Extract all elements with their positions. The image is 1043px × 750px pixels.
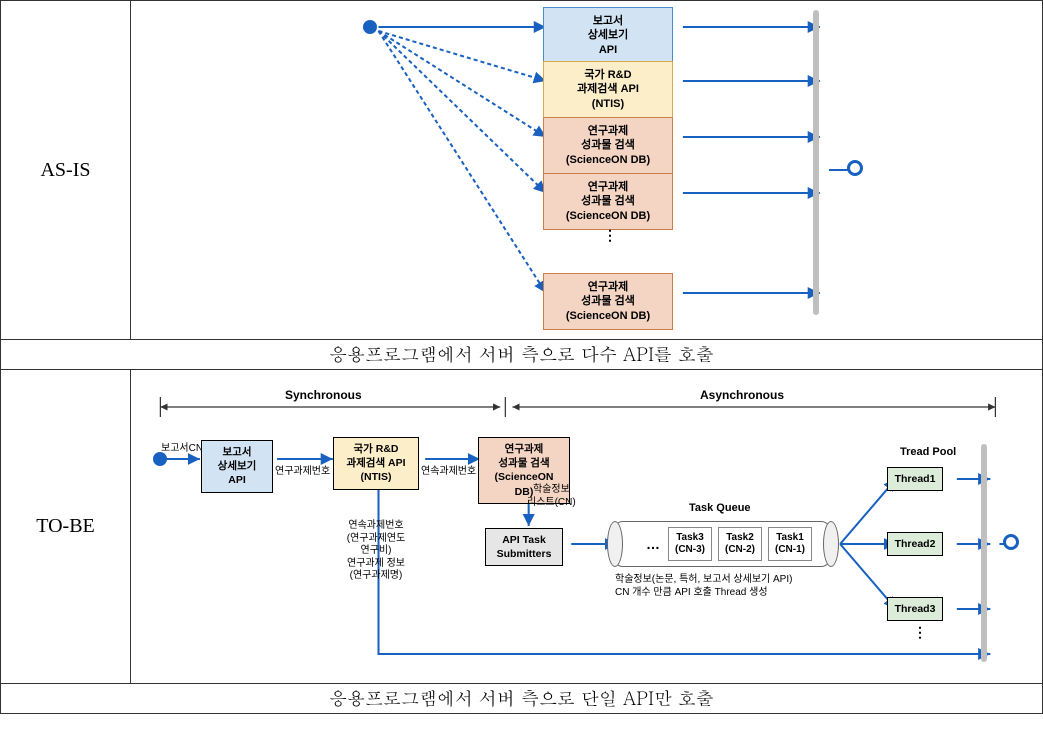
async-label: Asynchronous bbox=[700, 388, 784, 402]
tobe-caption: 응용프로그램에서 서버 측으로 단일 API만 호출 bbox=[329, 686, 714, 711]
start-edge-label: 보고서CN bbox=[161, 439, 203, 454]
tobe-box-report-detail: 보고서상세보기API bbox=[201, 440, 273, 493]
ntis-down-label: 연속과제번호(연구과제연도연구비)연구과제 정보(연구과제명) bbox=[330, 520, 422, 583]
asis-box-ntis: 국가 R&D과제검색 API(NTIS) bbox=[543, 61, 673, 118]
tobe-join-bar-icon bbox=[981, 444, 987, 662]
asis-caption-cell: 응용프로그램에서 서버 측으로 다수 API를 호출 bbox=[1, 340, 1043, 370]
edge-label-2: 연속과제번호 bbox=[421, 462, 476, 477]
thread-2-box: Thread2 bbox=[887, 532, 943, 556]
asis-end-node-icon bbox=[847, 160, 863, 176]
tobe-diagram: Synchronous Asynchronous 보고서CN 보고서상세보기AP… bbox=[135, 374, 1038, 679]
asis-ellipsis: ⋮ bbox=[603, 227, 619, 244]
thread-pool-label: Tread Pool bbox=[900, 446, 956, 458]
tobe-arrows bbox=[135, 374, 1038, 679]
asis-label: AS-IS bbox=[40, 159, 90, 181]
tobe-label: TO-BE bbox=[36, 515, 95, 537]
edge-label-1: 연구과제번호 bbox=[275, 462, 330, 477]
tobe-label-cell: TO-BE bbox=[1, 370, 131, 684]
task-queue: … Task3(CN-3) Task2(CN-2) Task1(CN-1) bbox=[613, 521, 831, 567]
asis-label-cell: AS-IS bbox=[1, 1, 131, 340]
asis-join-bar-icon bbox=[813, 10, 819, 315]
tobe-diagram-cell: Synchronous Asynchronous 보고서CN 보고서상세보기AP… bbox=[131, 370, 1043, 684]
thread-ellipsis: ⋮ bbox=[913, 624, 929, 641]
tobe-end-node-icon bbox=[1003, 534, 1019, 550]
asis-diagram: 보고서상세보기API 국가 R&D과제검색 API(NTIS) 연구과제성과물 … bbox=[135, 5, 1038, 335]
edge-label-3: 학술정보리스트(CN) bbox=[527, 484, 576, 509]
asis-box-scienceon-2: 연구과제성과물 검색(ScienceON DB) bbox=[543, 173, 673, 230]
queue-cap-left-icon bbox=[607, 521, 623, 567]
tobe-start-node-icon bbox=[153, 452, 167, 466]
asis-diagram-cell: 보고서상세보기API 국가 R&D과제검색 API(NTIS) 연구과제성과물 … bbox=[131, 1, 1043, 340]
asis-caption: 응용프로그램에서 서버 측으로 다수 API를 호출 bbox=[329, 342, 714, 367]
task-queue-title: Task Queue bbox=[689, 502, 751, 514]
task-item-3: Task3(CN-3) bbox=[668, 527, 712, 561]
thread-1-box: Thread1 bbox=[887, 467, 943, 491]
tobe-caption-cell: 응용프로그램에서 서버 측으로 단일 API만 호출 bbox=[1, 684, 1043, 714]
queue-cap-right-icon bbox=[823, 521, 839, 567]
start-node-icon bbox=[363, 20, 377, 34]
asis-box-scienceon-1: 연구과제성과물 검색(ScienceON DB) bbox=[543, 117, 673, 174]
task-item-2: Task2(CN-2) bbox=[718, 527, 762, 561]
comparison-table: AS-IS bbox=[0, 0, 1043, 714]
sync-label: Synchronous bbox=[285, 388, 362, 402]
task-item-1: Task1(CN-1) bbox=[768, 527, 812, 561]
queue-note: 학술정보(논문, 특허, 보고서 상세보기 API)CN 개수 만큼 API 호… bbox=[615, 574, 830, 599]
thread-3-box: Thread3 bbox=[887, 597, 943, 621]
tobe-box-ntis: 국가 R&D과제검색 API(NTIS) bbox=[333, 437, 419, 490]
api-task-submitters-box: API TaskSubmitters bbox=[485, 528, 563, 566]
queue-ellipsis: … bbox=[646, 536, 662, 552]
asis-box-report-detail: 보고서상세보기API bbox=[543, 7, 673, 64]
asis-box-scienceon-n: 연구과제성과물 검색(ScienceON DB) bbox=[543, 273, 673, 330]
